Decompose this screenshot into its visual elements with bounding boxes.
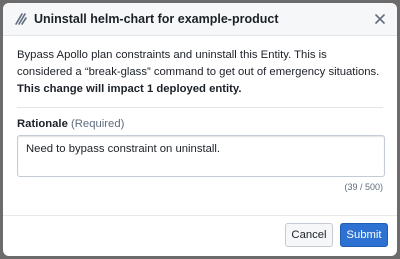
uninstall-dialog: Uninstall helm-chart for example-product… [3,3,397,256]
description-text: Bypass Apollo plan constraints and unins… [17,49,380,78]
helm-uninstall-icon [15,13,27,25]
dialog-description: Bypass Apollo plan constraints and unins… [17,47,383,98]
rationale-label-text: Rationale [17,118,68,130]
submit-button[interactable]: Submit [340,223,388,247]
rationale-textarea[interactable]: Need to bypass constraint on uninstall. [17,135,385,177]
rationale-label: Rationale (Required) [17,118,124,130]
description-emphasis: This change will impact 1 deployed entit… [17,83,242,95]
footer-divider [3,215,397,216]
close-icon[interactable] [373,12,387,26]
dialog-body: Bypass Apollo plan constraints and unins… [17,47,383,98]
dialog-header: Uninstall helm-chart for example-product [3,3,397,36]
dialog-title: Uninstall helm-chart for example-product [34,12,279,26]
section-divider [17,107,383,108]
cancel-button[interactable]: Cancel [285,223,333,247]
required-indicator: (Required) [71,118,125,130]
character-count: (39 / 500) [344,182,383,192]
